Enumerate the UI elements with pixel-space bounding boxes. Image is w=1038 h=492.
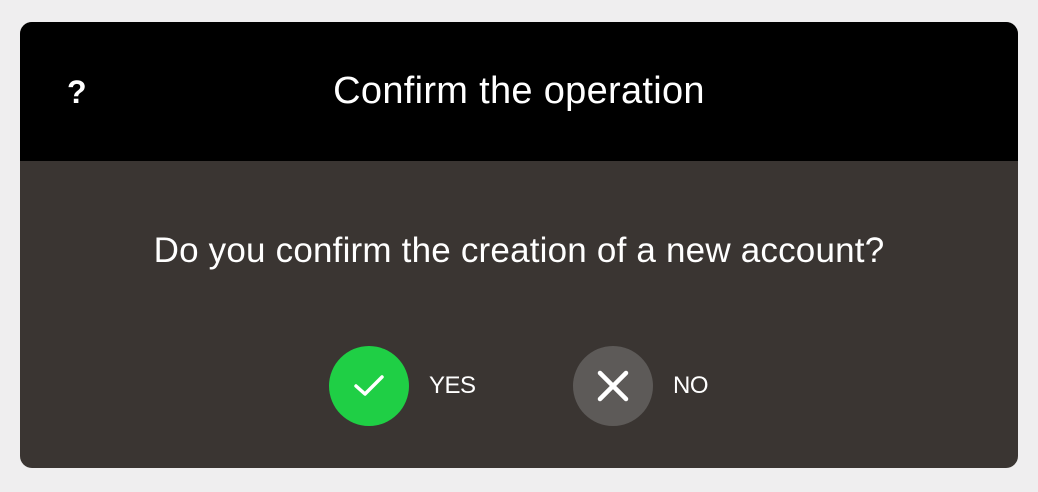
dialog-actions: YES NO [20,346,1018,426]
close-icon [597,370,629,402]
no-button[interactable]: NO [573,346,709,426]
dialog-title: Confirm the operation [333,70,705,112]
yes-label[interactable]: YES [429,372,476,400]
confirm-dialog: ? Confirm the operation Do you confirm t… [20,22,1018,468]
dialog-header: ? Confirm the operation [20,22,1018,161]
yes-button[interactable]: YES [329,346,476,426]
help-icon: ? [67,73,87,110]
dialog-body: Do you confirm the creation of a new acc… [20,161,1018,468]
check-icon [354,375,384,396]
no-label[interactable]: NO [673,372,709,400]
yes-circle[interactable] [329,346,409,426]
dialog-message: Do you confirm the creation of a new acc… [153,231,885,270]
no-circle[interactable] [573,346,653,426]
